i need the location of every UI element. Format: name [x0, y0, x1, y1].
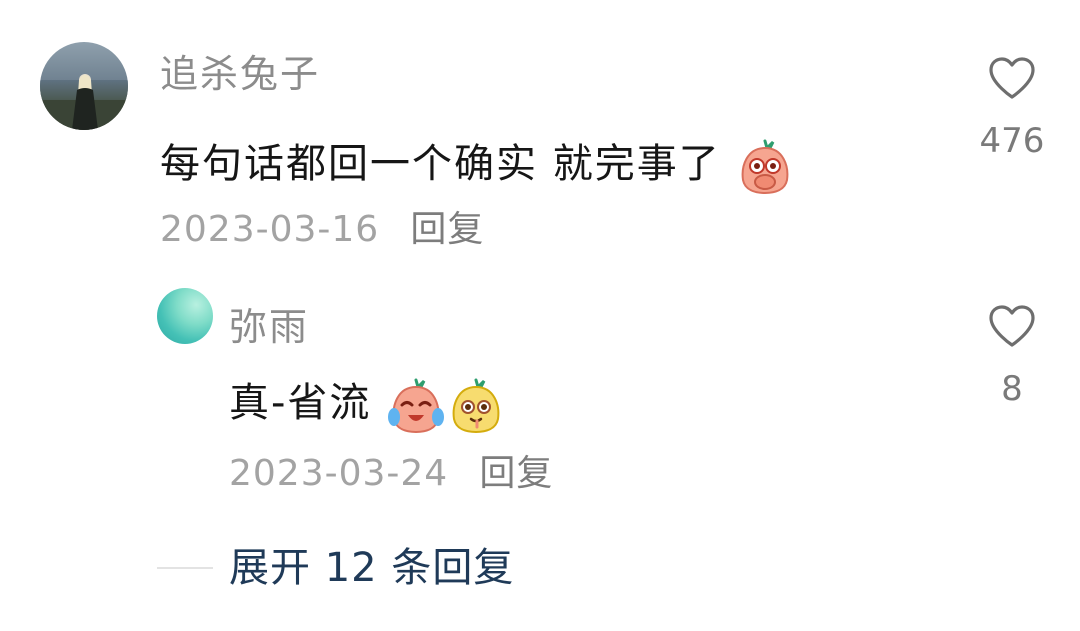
reply-meta: 2023-03-24 回复	[229, 453, 553, 495]
comment-meta: 2023-03-16 回复	[160, 209, 484, 251]
comment-body: 每句话都回一个确实 就完事了	[160, 136, 795, 196]
reply-like-count: 8	[1001, 369, 1023, 409]
commenter-avatar[interactable]	[40, 42, 128, 130]
commenter-username[interactable]: 追杀兔子	[160, 52, 320, 96]
comment-date: 2023-03-16	[160, 209, 380, 250]
reply-reply-button[interactable]: 回复	[479, 453, 553, 494]
like-heart-icon[interactable]	[987, 55, 1037, 101]
peach-crying-laughing-emoji	[388, 378, 445, 434]
reply-button[interactable]: 回复	[410, 209, 484, 250]
reply-text: 真-省流	[229, 380, 372, 426]
comment-like-count: 476	[979, 121, 1045, 161]
expand-divider-line	[157, 567, 213, 569]
expand-replies-link[interactable]: 展开 12 条回复	[229, 544, 514, 592]
reply-username[interactable]: 弥雨	[229, 305, 309, 349]
reply-body: 真-省流	[229, 375, 506, 435]
yellow-blob-drooling-emoji	[452, 378, 500, 434]
reply-date: 2023-03-24	[229, 453, 449, 494]
reply-like-heart-icon[interactable]	[987, 303, 1037, 349]
comment-text: 每句话都回一个确实 就完事了	[160, 141, 721, 187]
reply-avatar[interactable]	[157, 288, 213, 344]
person-silhouette-icon	[72, 74, 98, 130]
peach-covering-mouth-emoji	[742, 139, 789, 195]
